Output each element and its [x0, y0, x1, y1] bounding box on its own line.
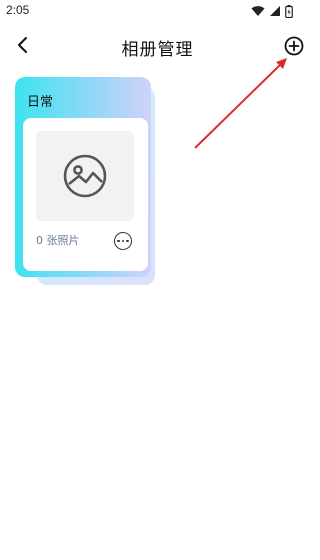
add-circle-icon: [284, 36, 304, 56]
header: 相册管理: [0, 26, 315, 66]
status-icons: [251, 4, 293, 18]
photo-count: 0 张照片: [36, 234, 80, 247]
more-options-button[interactable]: [114, 232, 132, 250]
battery-icon: [285, 4, 293, 18]
more-dot: [121, 239, 125, 243]
status-time: 2:05: [6, 3, 30, 17]
more-options-icon: [117, 239, 120, 243]
image-placeholder-icon: [63, 154, 107, 198]
wifi-icon: [251, 6, 265, 16]
add-album-button[interactable]: [283, 35, 305, 57]
album-card[interactable]: 日常 0 张照片: [15, 77, 155, 287]
album-card-front: 日常 0 张照片: [15, 77, 151, 277]
album-thumbnail[interactable]: [36, 131, 134, 221]
more-dot: [126, 239, 129, 243]
signal-icon: [270, 6, 280, 16]
page-title: 相册管理: [121, 40, 194, 60]
album-name: 日常: [27, 95, 54, 110]
status-bar: 2:05: [0, 0, 315, 22]
album-card-inner: 0 张照片: [23, 118, 148, 271]
